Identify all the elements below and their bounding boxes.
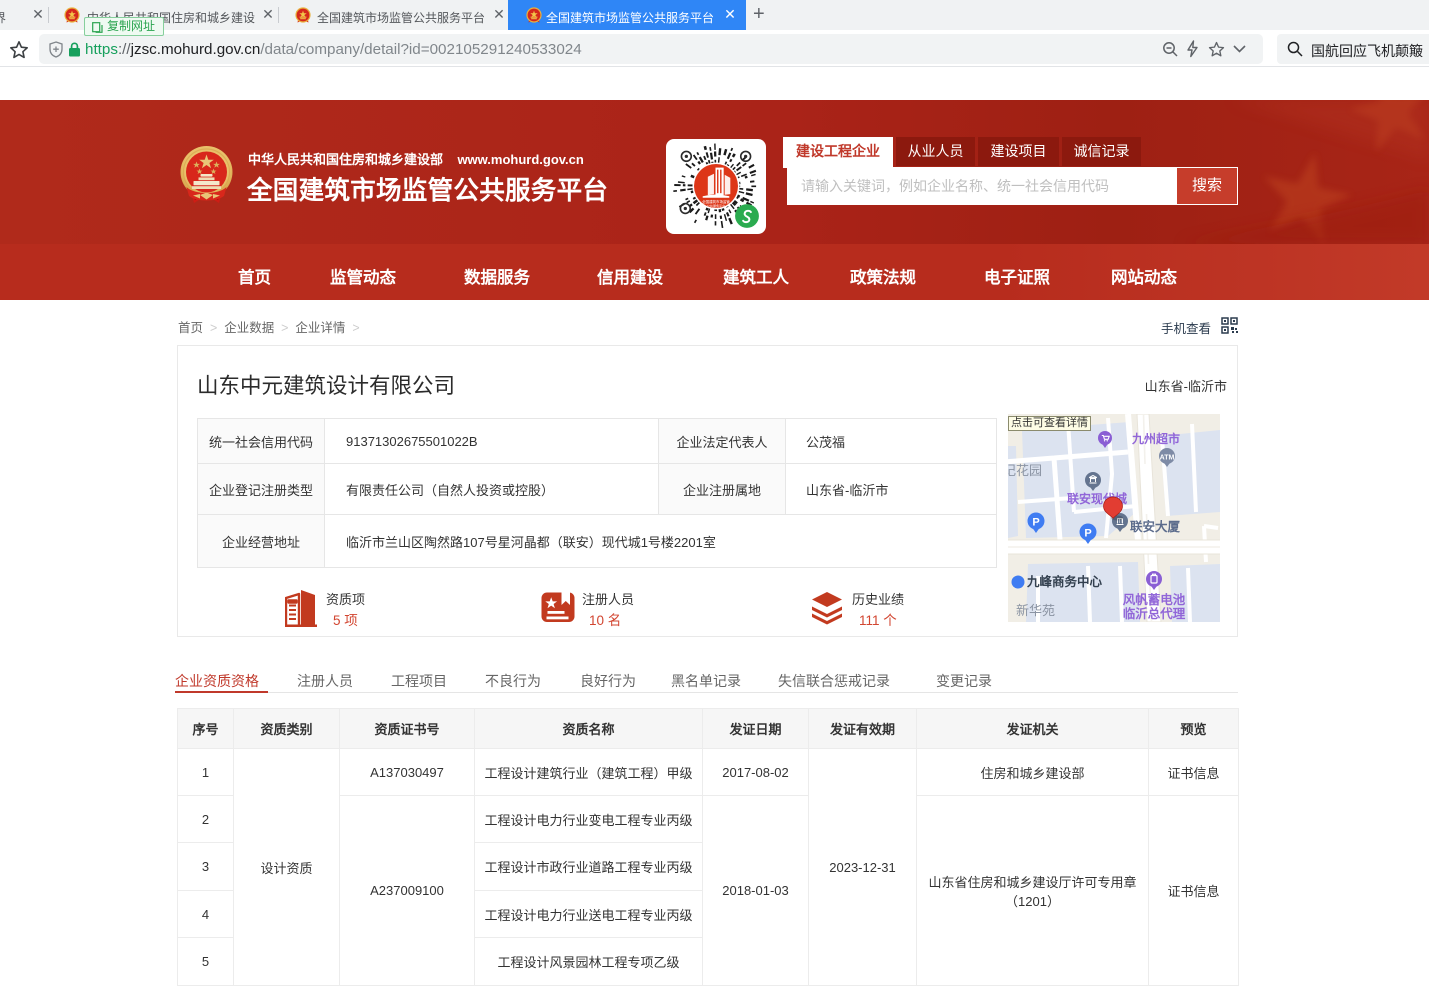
svg-text:九州超市: 九州超市 — [1131, 431, 1180, 446]
svg-text:P: P — [1032, 517, 1039, 529]
svg-text:公共服务平台: 公共服务平台 — [707, 203, 725, 208]
svg-text:ATM: ATM — [1160, 455, 1175, 462]
svg-text:P: P — [1084, 528, 1091, 540]
svg-text:记花园: 记花园 — [1008, 463, 1042, 478]
svg-text:风帆蓄电池: 风帆蓄电池 — [1123, 592, 1186, 607]
svg-text:新华苑: 新华苑 — [1016, 603, 1055, 618]
svg-text:临沂总代理: 临沂总代理 — [1123, 606, 1186, 621]
svg-text:联安大厦: 联安大厦 — [1130, 519, 1181, 534]
svg-text:九峰商务中心: 九峰商务中心 — [1026, 574, 1103, 589]
